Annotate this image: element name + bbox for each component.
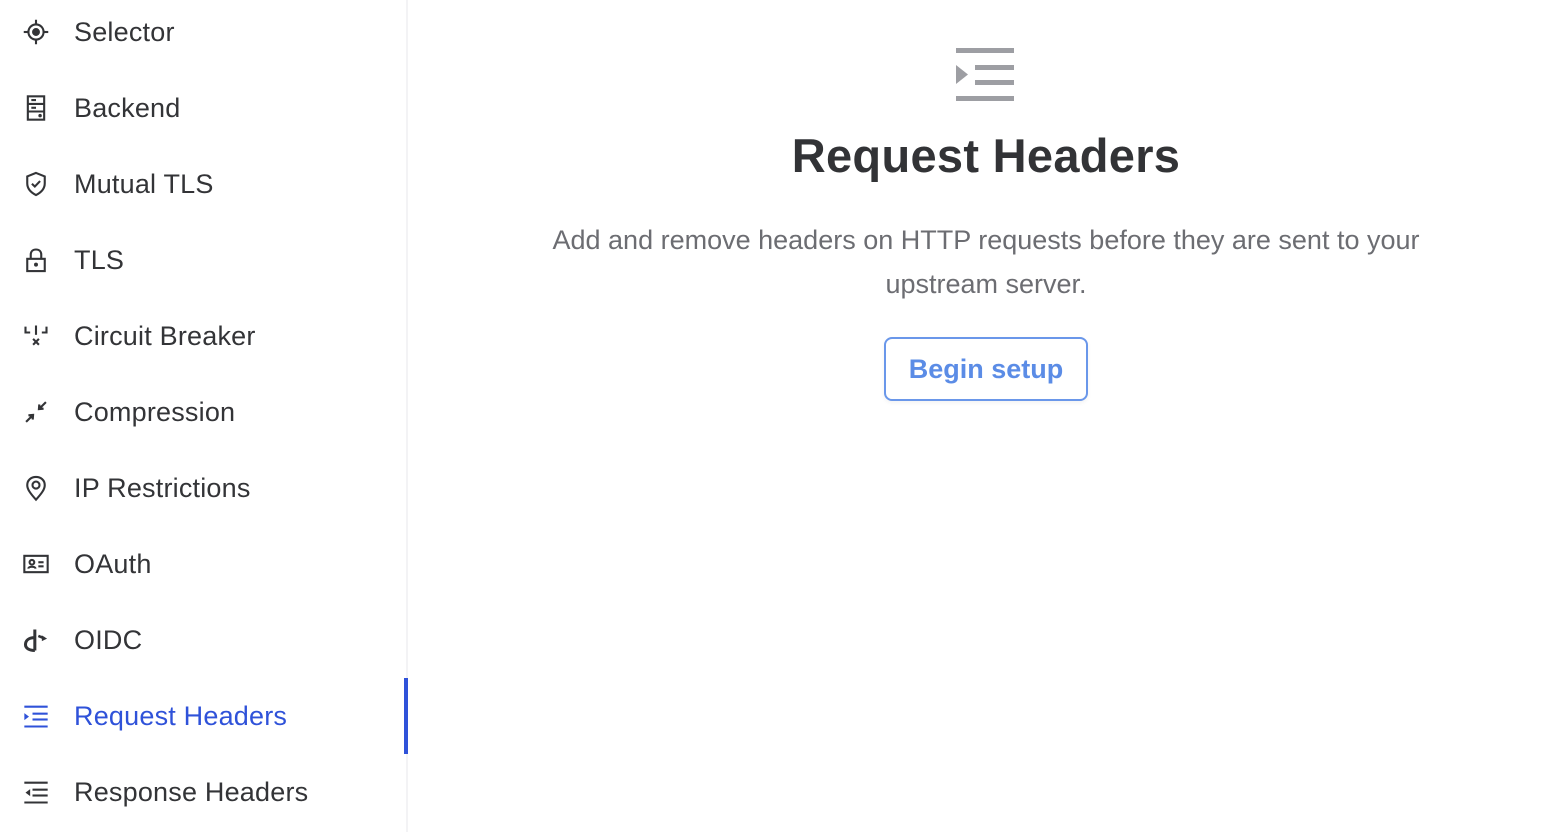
begin-setup-button[interactable]: Begin setup — [884, 337, 1088, 401]
sidebar-item-ip-restrictions[interactable]: IP Restrictions — [0, 450, 408, 526]
sidebar-item-label: Selector — [74, 16, 175, 47]
active-indicator — [404, 678, 408, 754]
indent-right-icon — [956, 48, 1016, 104]
server-icon — [20, 92, 52, 124]
sidebar-item-compression[interactable]: Compression — [0, 374, 408, 450]
sidebar-item-label: Compression — [74, 396, 236, 427]
main-panel: Request Headers Add and remove headers o… — [410, 0, 1560, 832]
sidebar-item-circuit-breaker[interactable]: Circuit Breaker — [0, 298, 408, 374]
sidebar-item-backend[interactable]: Backend — [0, 70, 408, 146]
indent-right-icon — [20, 700, 52, 732]
sidebar-item-label: Backend — [74, 92, 181, 123]
sidebar-item-label: IP Restrictions — [74, 472, 251, 503]
sidebar-item-label: Circuit Breaker — [74, 320, 256, 351]
sidebar: Selector Backend Mutual TLS TLS Circuit … — [0, 0, 408, 832]
shield-check-icon — [20, 168, 52, 200]
openid-icon — [20, 624, 52, 656]
sidebar-item-label: OAuth — [74, 548, 152, 579]
page-description: Add and remove headers on HTTP requests … — [552, 225, 1420, 299]
compress-arrows-icon — [20, 396, 52, 428]
sidebar-item-mutual-tls[interactable]: Mutual TLS — [0, 146, 408, 222]
sidebar-item-oidc[interactable]: OIDC — [0, 602, 408, 678]
indent-left-icon — [20, 776, 52, 808]
sidebar-item-response-headers[interactable]: Response Headers — [0, 754, 408, 830]
sidebar-item-label: Request Headers — [74, 700, 288, 731]
page-title: Request Headers — [791, 129, 1181, 182]
circuit-breaker-icon — [20, 320, 52, 352]
sidebar-item-oauth[interactable]: OAuth — [0, 526, 408, 602]
sidebar-item-label: Mutual TLS — [74, 168, 214, 199]
sidebar-item-label: OIDC — [74, 624, 143, 655]
crosshair-icon — [20, 16, 52, 48]
id-card-icon — [20, 548, 52, 580]
map-pin-icon — [20, 472, 52, 504]
sidebar-item-tls[interactable]: TLS — [0, 222, 408, 298]
sidebar-item-label: TLS — [74, 244, 125, 275]
sidebar-item-request-headers[interactable]: Request Headers — [0, 678, 408, 754]
sidebar-item-selector[interactable]: Selector — [0, 0, 408, 70]
sidebar-item-label: Response Headers — [74, 776, 309, 807]
lock-icon — [20, 244, 52, 276]
